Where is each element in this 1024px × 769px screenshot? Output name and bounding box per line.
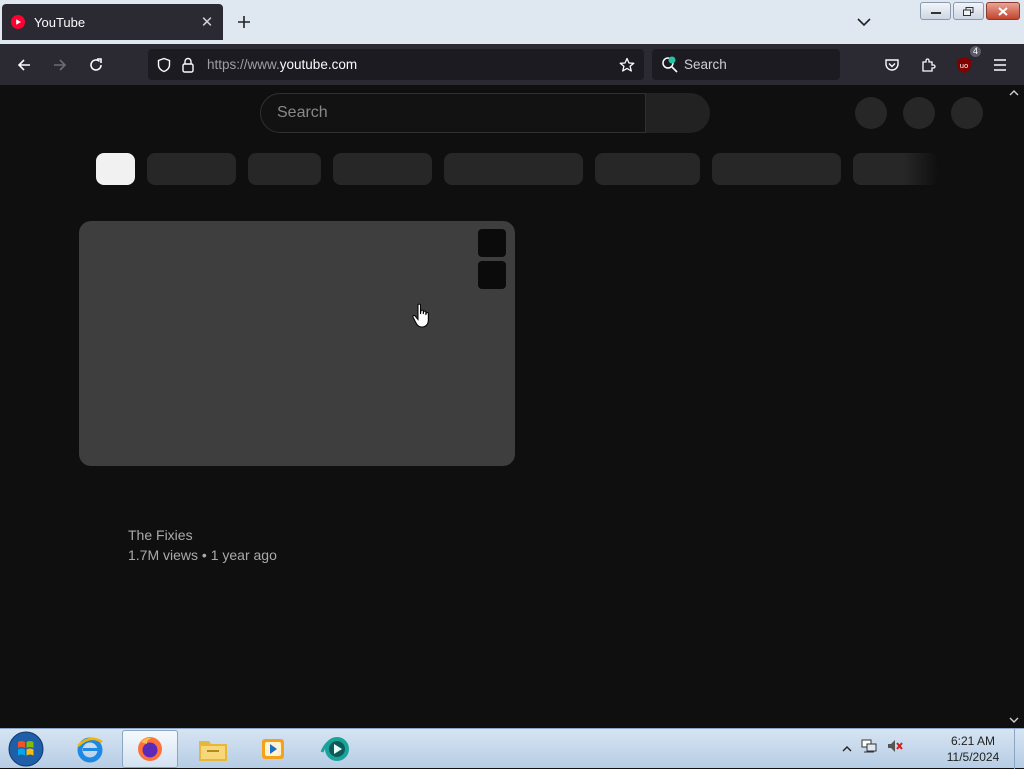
taskbar-clock[interactable]: 6:21 AM 11/5/2024 xyxy=(936,733,1010,765)
add-to-queue-button[interactable] xyxy=(478,261,506,289)
clock-date: 11/5/2024 xyxy=(946,750,1000,764)
tab-strip: YouTube ✕ xyxy=(0,0,1024,44)
filter-chip[interactable] xyxy=(248,153,321,185)
svg-text:uo: uo xyxy=(960,62,969,70)
address-bar[interactable]: https://www.youtube.com xyxy=(148,49,644,80)
network-icon[interactable] xyxy=(860,737,878,760)
show-desktop-button[interactable] xyxy=(1014,729,1024,769)
browser-search-placeholder: Search xyxy=(684,57,727,72)
start-button[interactable] xyxy=(6,731,46,767)
volume-muted-icon[interactable] xyxy=(886,737,904,760)
pocket-button[interactable] xyxy=(879,52,905,78)
video-channel-name[interactable]: The Fixies xyxy=(128,527,193,543)
scroll-up-arrow-icon[interactable] xyxy=(1008,88,1020,98)
show-hidden-icons-icon[interactable] xyxy=(842,740,852,758)
filter-chip[interactable] xyxy=(595,153,700,185)
scroll-down-arrow-icon[interactable] xyxy=(1008,715,1020,725)
video-thumbnail[interactable] xyxy=(79,221,515,466)
filter-chip[interactable] xyxy=(147,153,236,185)
list-all-tabs-chevron-icon[interactable] xyxy=(852,10,876,34)
tab-youtube[interactable]: YouTube ✕ xyxy=(2,4,223,40)
filter-chip[interactable] xyxy=(444,153,583,185)
url-prefix: https://www. xyxy=(207,57,280,72)
taskbar-internet-explorer-icon[interactable] xyxy=(62,730,118,768)
tab-title: YouTube xyxy=(34,14,86,30)
ublock-extension-button[interactable]: uo 4 xyxy=(951,46,981,78)
youtube-page: Search The Fixies 1.7M views • 1 year ag… xyxy=(0,85,1024,728)
taskbar-file-explorer-icon[interactable] xyxy=(185,730,241,768)
ublock-badge-count: 4 xyxy=(969,46,981,57)
navigation-toolbar: https://www.youtube.com Search uo 4 xyxy=(0,44,1024,85)
youtube-search-placeholder: Search xyxy=(277,104,328,121)
filter-chip[interactable] xyxy=(712,153,841,185)
taskbar-app-icon[interactable] xyxy=(308,730,364,768)
tab-close-icon[interactable]: ✕ xyxy=(197,12,217,32)
tracking-protection-shield-icon[interactable] xyxy=(153,54,175,76)
clock-time: 6:21 AM xyxy=(950,734,996,748)
browser-search-field[interactable]: Search xyxy=(652,49,840,80)
system-tray xyxy=(842,737,904,760)
hand-pointer-cursor-icon xyxy=(412,303,429,328)
header-button-placeholder[interactable] xyxy=(855,97,887,129)
url-domain: youtube.com xyxy=(279,57,358,72)
extensions-puzzle-icon[interactable] xyxy=(915,52,941,78)
watch-later-button[interactable] xyxy=(478,229,506,257)
taskbar-media-player-icon[interactable] xyxy=(245,730,301,768)
close-window-button[interactable] xyxy=(986,2,1020,20)
forward-button[interactable] xyxy=(47,52,73,78)
app-menu-hamburger-icon[interactable] xyxy=(987,52,1013,78)
avatar-placeholder[interactable] xyxy=(951,97,983,129)
youtube-search-button[interactable] xyxy=(646,93,710,133)
taskbar-firefox-icon[interactable] xyxy=(122,730,178,768)
back-button[interactable] xyxy=(11,52,37,78)
filter-chip-active[interactable] xyxy=(96,153,135,185)
header-button-placeholder[interactable] xyxy=(903,97,935,129)
restore-button[interactable] xyxy=(953,2,984,20)
video-metadata: 1.7M views • 1 year ago xyxy=(128,547,277,563)
filter-chip[interactable] xyxy=(853,153,938,185)
reload-button[interactable] xyxy=(83,52,109,78)
youtube-search-input[interactable]: Search xyxy=(260,93,646,133)
bookmark-star-icon[interactable] xyxy=(616,54,638,76)
minimize-button[interactable] xyxy=(920,2,951,20)
search-engine-icon xyxy=(660,55,680,75)
new-tab-button[interactable] xyxy=(232,10,256,34)
url-text: https://www.youtube.com xyxy=(207,57,611,72)
youtube-favicon-icon xyxy=(10,14,26,30)
windows-taskbar: 6:21 AM 11/5/2024 xyxy=(0,728,1024,769)
lock-icon[interactable] xyxy=(177,54,199,76)
filter-chip[interactable] xyxy=(333,153,432,185)
